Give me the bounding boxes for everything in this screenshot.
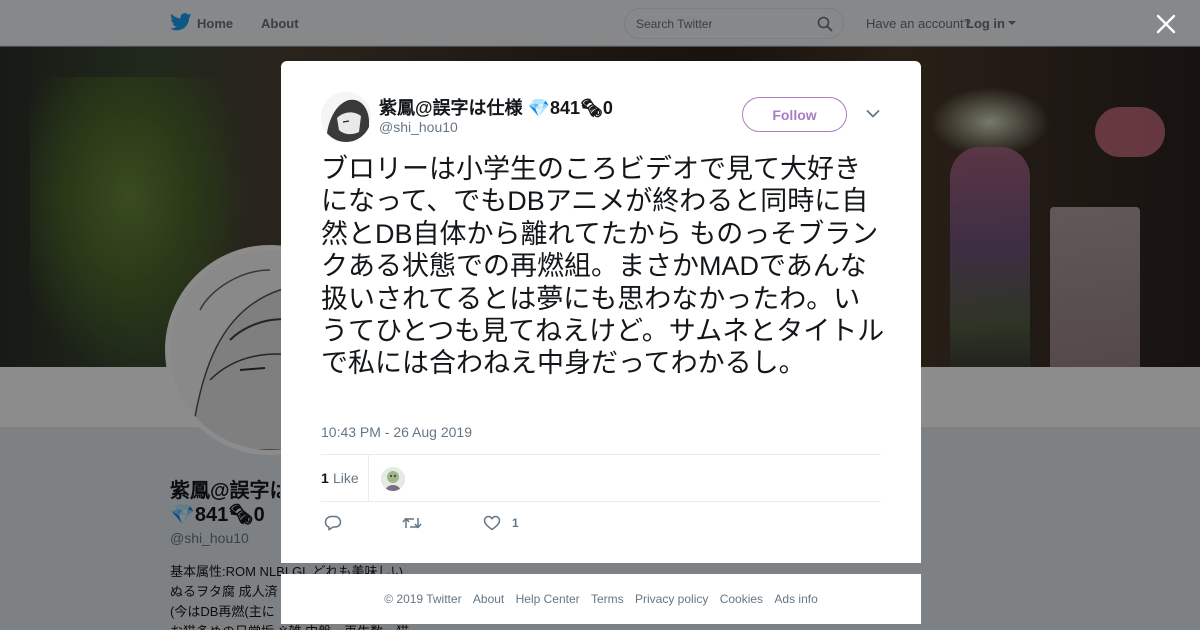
footer-link-cookies[interactable]: Cookies (720, 592, 763, 606)
footer-link-ads[interactable]: Ads info (774, 592, 817, 606)
tweet-text: ブロリーは小学生のころビデオで見て大好きになって、でもDBアニメが終わると同時に… (321, 154, 885, 379)
tweet-modal: 紫鳳@誤字は仕様 💎841🗞0 @shi_hou10 Follow ブロリーは小… (281, 61, 921, 563)
modal-footer: © 2019 Twitter About Help Center Terms P… (281, 574, 921, 624)
reply-icon[interactable] (324, 515, 342, 531)
footer-link-help[interactable]: Help Center (516, 592, 580, 606)
tweet-author-handle[interactable]: @shi_hou10 (379, 119, 458, 135)
footer-copyright: © 2019 Twitter (384, 592, 462, 606)
like-action-count: 1 (512, 516, 519, 530)
divider (368, 455, 369, 502)
likes-label[interactable]: Like (333, 470, 359, 486)
footer-link-terms[interactable]: Terms (591, 592, 624, 606)
heart-icon[interactable] (483, 515, 501, 531)
retweet-icon[interactable] (402, 516, 422, 530)
close-icon[interactable] (1155, 13, 1177, 35)
tweet-author-name[interactable]: 紫鳳@誤字は仕様 💎841🗞0 (379, 94, 613, 120)
footer-link-about[interactable]: About (473, 592, 504, 606)
likes-count[interactable]: 1 (321, 470, 329, 486)
tweet-stats: 1 Like (321, 454, 881, 502)
tweet-timestamp[interactable]: 10:43 PM - 26 Aug 2019 (321, 424, 472, 440)
liker-avatar[interactable] (381, 467, 405, 491)
tweet-author-avatar[interactable] (321, 92, 371, 142)
footer-link-privacy[interactable]: Privacy policy (635, 592, 708, 606)
follow-button[interactable]: Follow (742, 97, 847, 132)
footer-links: © 2019 Twitter About Help Center Terms P… (281, 592, 921, 606)
chevron-down-icon[interactable] (866, 109, 880, 119)
